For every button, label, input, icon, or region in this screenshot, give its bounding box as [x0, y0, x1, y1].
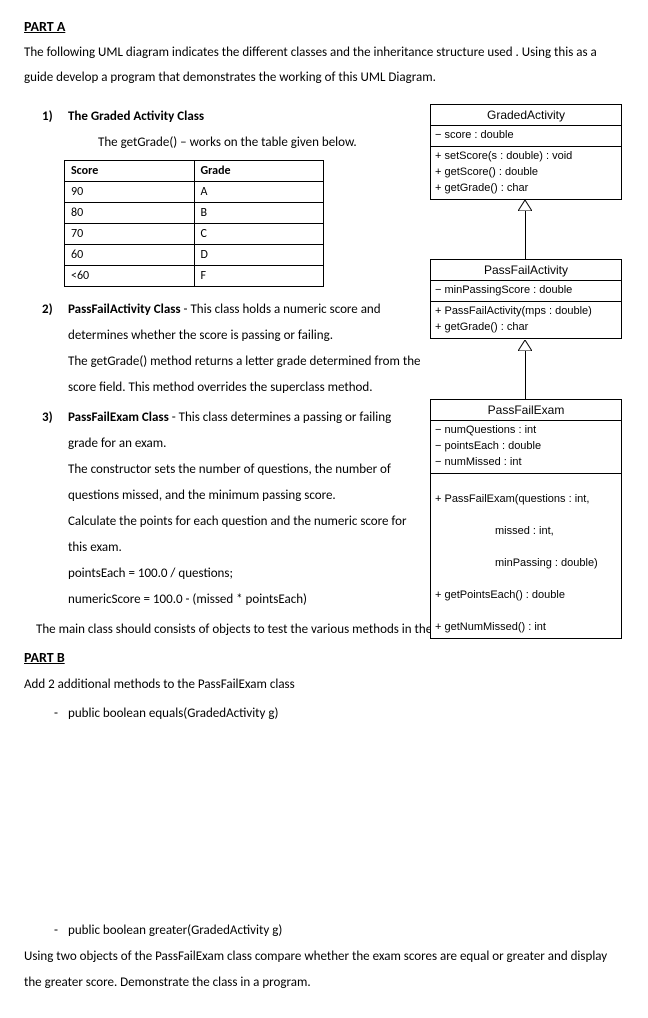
table-row: 90A: [65, 182, 324, 203]
list-item-3: PassFailExam Class - This class determin…: [24, 405, 422, 613]
item3-p5: numericScore = 100.0 - (missed * pointsE…: [68, 587, 422, 613]
item1-line1: The getGrade() – works on the table give…: [68, 130, 422, 156]
uml-inheritance-arrow-icon: [518, 340, 530, 350]
table-row: <60F: [65, 266, 324, 287]
uml-ops: + PassFailActivity(mps : double) + getGr…: [431, 302, 621, 338]
uml-attrs: − minPassingScore : double: [431, 281, 621, 302]
uml-title: PassFailActivity: [431, 260, 621, 281]
uml-connector: [525, 211, 526, 259]
item3-p4: pointsEach = 100.0 / questions;: [68, 561, 422, 587]
table-row: 80B: [65, 203, 324, 224]
item3-p3: Calculate the points for each question a…: [68, 509, 422, 561]
uml-ops: + setScore(s : double) : void + getScore…: [431, 147, 621, 199]
part-b-method-1: public boolean equals(GradedActivity g): [54, 702, 624, 727]
uml-class-gradedactivity: GradedActivity − score : double + setSco…: [430, 104, 622, 200]
part-a-heading: PART A: [24, 18, 624, 35]
uml-diagram: GradedActivity − score : double + setSco…: [430, 104, 624, 564]
item3-p2: The constructor sets the number of quest…: [68, 457, 422, 509]
item3-title: PassFailExam Class: [68, 410, 169, 425]
table-row: 60D: [65, 245, 324, 266]
uml-class-passfailactivity: PassFailActivity − minPassingScore : dou…: [430, 259, 622, 339]
item2-title: PassFailActivity Class: [68, 302, 181, 317]
part-b-intro: Add 2 additional methods to the PassFail…: [24, 672, 624, 698]
part-b-p2: Using two objects of the PassFailExam cl…: [24, 944, 624, 996]
uml-attrs: − numQuestions : int − pointsEach : doub…: [431, 421, 621, 474]
uml-attrs: − score : double: [431, 126, 621, 147]
table-row: 70C: [65, 224, 324, 245]
th-grade: Grade: [194, 161, 324, 182]
uml-class-passfailexam: PassFailExam − numQuestions : int − poin…: [430, 399, 622, 638]
th-score: Score: [65, 161, 195, 182]
score-grade-table: Score Grade 90A 80B 70C 60D <60F: [64, 160, 324, 287]
uml-inheritance-arrow-icon: [518, 200, 530, 210]
list-item-2: PassFailActivity Class - This class hold…: [24, 297, 422, 401]
uml-connector: [525, 351, 526, 399]
intro-text: The following UML diagram indicates the …: [24, 41, 624, 90]
uml-ops: + PassFailExam(questions : int, missed :…: [431, 474, 621, 637]
uml-title: PassFailExam: [431, 400, 621, 421]
item2-p2: The getGrade() method returns a letter g…: [68, 349, 422, 401]
item1-title: The Graded Activity Class: [68, 109, 204, 124]
list-item-1: The Graded Activity Class The getGrade()…: [24, 104, 422, 156]
uml-title: GradedActivity: [431, 105, 621, 126]
part-b-heading: PART B: [24, 649, 624, 666]
part-b-method-2: public boolean greater(GradedActivity g): [54, 919, 624, 944]
